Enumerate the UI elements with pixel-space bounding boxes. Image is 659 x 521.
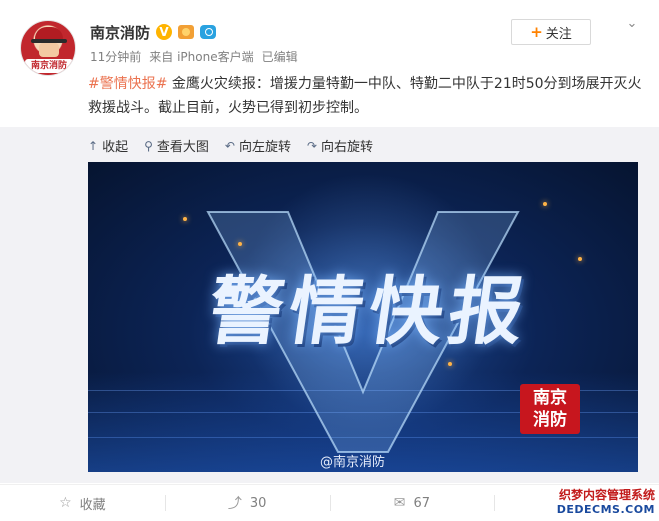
magnifier-icon: ⚲: [144, 138, 153, 153]
edited-label: 已编辑: [261, 50, 298, 64]
user-name[interactable]: 南京消防: [90, 22, 150, 43]
collapse-button[interactable]: ↑ 收起: [88, 136, 129, 156]
comment-count: 67: [413, 495, 431, 511]
comment-icon: ✉: [393, 495, 406, 511]
view-large-label: 查看大图: [156, 140, 209, 155]
chevron-down-icon[interactable]: ⌄: [624, 16, 640, 32]
camera-icon[interactable]: [200, 25, 217, 39]
post-source[interactable]: 来自 iPhone客户端: [149, 48, 253, 65]
spark-shape: [238, 242, 242, 246]
weibo-post-card: 南京消防 南京消防 V 11分钟前 来自 iPhone客户端 已编辑 + 关注 …: [0, 0, 659, 521]
collapse-label: 收起: [102, 140, 129, 155]
post-text: #警情快报# 金鹰火灾续报：增援力量特勤一中队、特勤二中队于21时50分到场展开…: [88, 72, 648, 120]
post-image[interactable]: 警情快报 南京 消防 @南京消防: [88, 162, 638, 472]
follow-label: 关注: [545, 26, 572, 42]
arrow-up-icon: ↑: [88, 138, 99, 153]
rotate-left-icon: ↶: [224, 138, 235, 153]
media-toolbar: ↑ 收起 ⚲ 查看大图 ↶ 向左旋转 ↷ 向右旋转: [88, 136, 374, 156]
repost-button[interactable]: ⤴ 30: [164, 485, 330, 521]
follow-button[interactable]: + 关注: [511, 19, 591, 45]
comment-button[interactable]: ✉ 67: [329, 485, 495, 521]
site-watermark: 织梦内容管理系统 DEDECMS.COM: [540, 487, 659, 521]
image-logo: 南京 消防: [520, 384, 580, 434]
favorite-button[interactable]: ☆ 收藏: [0, 485, 165, 521]
rotate-right-label: 向右旋转: [321, 140, 374, 155]
favorite-label: 收藏: [79, 497, 106, 513]
verified-icon: V: [156, 24, 173, 40]
post-body: 金鹰火灾续报：增援力量特勤一中队、特勤二中队于21时50分到场展开灭火救援战斗。…: [88, 76, 642, 116]
plus-icon: +: [530, 22, 543, 41]
site-watermark-line1: 织梦内容管理系统: [558, 488, 655, 502]
repost-count: 30: [249, 495, 267, 511]
medal-icon[interactable]: [178, 25, 195, 39]
avatar-label: 南京消防: [25, 59, 73, 73]
hashtag-link[interactable]: #警情快报#: [88, 76, 167, 92]
spark-shape: [543, 202, 547, 206]
rotate-right-icon: ↷: [306, 138, 318, 153]
rotate-right-button[interactable]: ↷ 向右旋转: [306, 136, 374, 156]
user-name-row: 南京消防 V: [90, 22, 217, 43]
rotate-left-button[interactable]: ↶ 向左旋转: [224, 136, 291, 156]
rotate-left-label: 向左旋转: [238, 140, 291, 155]
face-shape: [39, 43, 59, 57]
site-watermark-line2: DEDECMS.COM: [556, 503, 655, 516]
spark-shape: [183, 217, 187, 221]
image-logo-line1: 南京: [533, 388, 567, 408]
post-time[interactable]: 11分钟前: [90, 48, 141, 65]
image-title: 警情快报: [203, 269, 536, 355]
image-logo-line2: 消防: [533, 410, 567, 430]
user-avatar[interactable]: 南京消防: [20, 20, 76, 76]
share-icon: ⤴: [227, 496, 242, 512]
star-icon: ☆: [59, 495, 72, 511]
view-large-button[interactable]: ⚲ 查看大图: [144, 136, 209, 156]
post-meta: 11分钟前 来自 iPhone客户端 已编辑: [90, 48, 298, 65]
image-watermark: @南京消防: [320, 455, 386, 470]
spark-shape: [448, 362, 452, 366]
